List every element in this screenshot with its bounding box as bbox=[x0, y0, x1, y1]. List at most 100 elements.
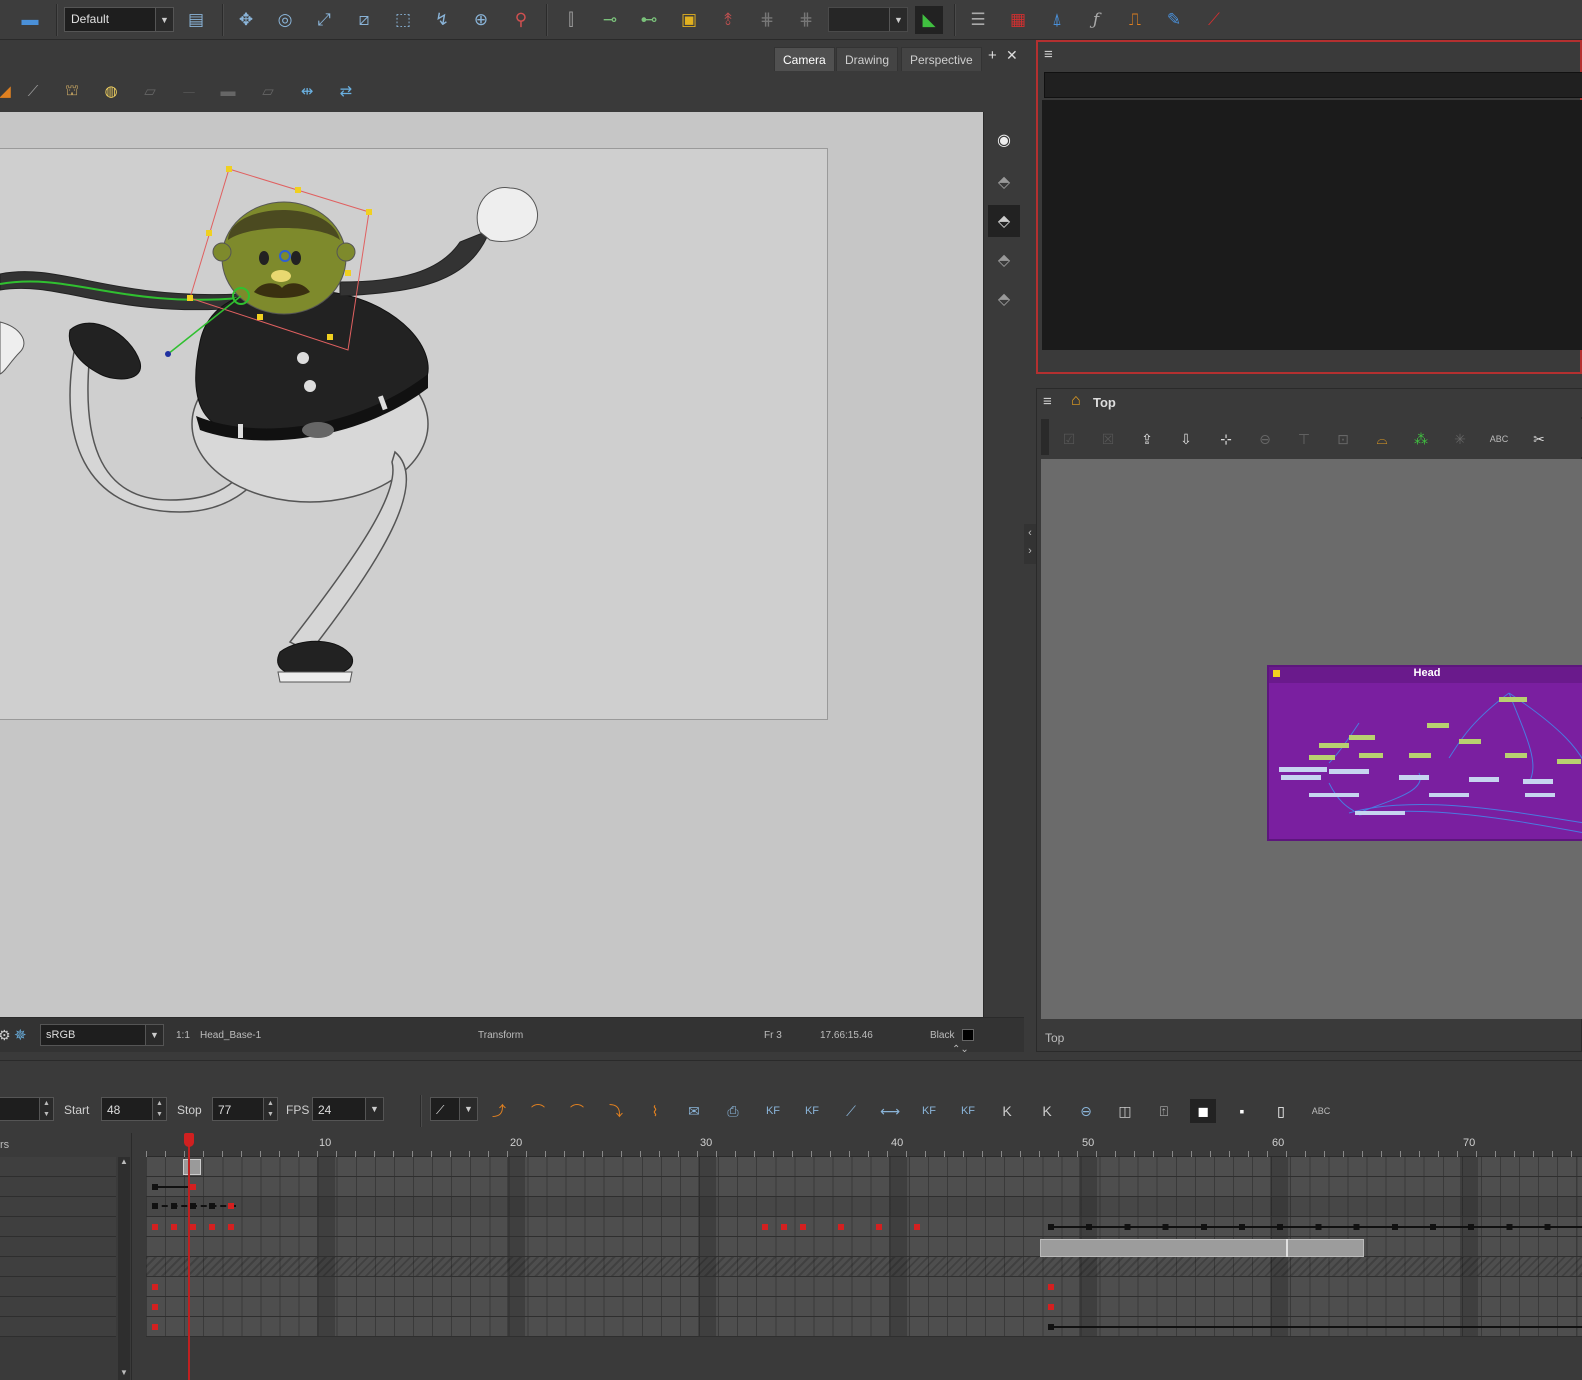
script-output-area[interactable] bbox=[1042, 100, 1582, 350]
previous-keyframe-icon[interactable]: KF bbox=[916, 1099, 942, 1123]
keyframe[interactable] bbox=[838, 1224, 844, 1230]
pencil-icon[interactable]: ✎ bbox=[1160, 6, 1188, 34]
flip-horizontal-icon[interactable]: ⇹ bbox=[294, 78, 320, 104]
keyframe[interactable] bbox=[171, 1203, 177, 1209]
stage-icon[interactable]: ▬ bbox=[16, 6, 44, 34]
unweld-icon[interactable]: ⋕ bbox=[792, 6, 820, 34]
layer-row[interactable] bbox=[0, 1297, 116, 1317]
node-graph-area[interactable]: Head bbox=[1041, 459, 1582, 1019]
upload-node-icon[interactable]: ⇪ bbox=[1135, 427, 1159, 451]
remove-keyframe-icon[interactable]: KF bbox=[799, 1099, 825, 1123]
stepper-icon[interactable]: ▲ ▼ bbox=[152, 1098, 166, 1120]
node-group-head[interactable]: Head bbox=[1267, 665, 1582, 841]
zoom-node-icon[interactable]: ⊖ bbox=[1253, 427, 1277, 451]
cut-icon[interactable]: ✂ bbox=[1527, 427, 1551, 451]
deformer-select[interactable]: ▼ bbox=[828, 7, 908, 32]
add-keyframe-icon[interactable]: KF bbox=[760, 1099, 786, 1123]
deformer-chain-icon[interactable]: ⥉ bbox=[714, 6, 742, 34]
layer-visibility-icon[interactable]: ⬘ bbox=[988, 166, 1020, 198]
ungroup-icon[interactable]: ⊡ bbox=[1331, 427, 1355, 451]
ease-multiple-icon[interactable]: ⤵ bbox=[603, 1099, 629, 1123]
add-tab-icon[interactable]: + bbox=[988, 47, 997, 64]
keyframe[interactable] bbox=[190, 1224, 196, 1230]
rename-icon[interactable]: ABC bbox=[1308, 1099, 1334, 1123]
stop-motion-keyframe-icon[interactable]: ⟷ bbox=[877, 1099, 903, 1123]
stepper-icon[interactable]: ▲ ▼ bbox=[263, 1098, 277, 1120]
ruler-icon[interactable]: ⟋ bbox=[1200, 6, 1228, 34]
keyframe[interactable] bbox=[152, 1324, 158, 1330]
keyframe[interactable] bbox=[762, 1224, 768, 1230]
keyframe[interactable] bbox=[228, 1203, 234, 1209]
gear-icon[interactable]: ⚙ bbox=[0, 1027, 11, 1044]
keyframe[interactable] bbox=[800, 1224, 806, 1230]
mail-icon[interactable]: ✉ bbox=[681, 1099, 707, 1123]
center-node-icon[interactable]: ⊹ bbox=[1214, 427, 1238, 451]
envelope-icon[interactable]: ▣ bbox=[675, 6, 703, 34]
tab-camera[interactable]: Camera bbox=[774, 47, 835, 71]
keyframe[interactable] bbox=[190, 1203, 196, 1209]
layer-color-art-icon[interactable]: ⬘ bbox=[988, 244, 1020, 276]
chevron-up-icon[interactable]: ▲ bbox=[118, 1157, 130, 1169]
layer-scrollbar[interactable]: ▲ ▼ bbox=[118, 1157, 130, 1380]
zoom-level[interactable]: 1:1 bbox=[176, 1030, 190, 1041]
keyframe[interactable] bbox=[209, 1224, 215, 1230]
script-input[interactable] bbox=[1044, 72, 1582, 98]
stepper-icon[interactable]: ▲ ▼ bbox=[39, 1098, 53, 1120]
group-icon[interactable]: ⊤ bbox=[1292, 427, 1316, 451]
selected-cell[interactable] bbox=[183, 1159, 201, 1175]
pin-icon[interactable]: ⍋ bbox=[1043, 6, 1071, 34]
next-keyframe-icon[interactable]: KF bbox=[955, 1099, 981, 1123]
scale-tool-icon[interactable]: ⤢ bbox=[310, 6, 338, 34]
workspace-select[interactable]: Default ▼ bbox=[64, 7, 174, 32]
layer-row[interactable] bbox=[0, 1197, 116, 1217]
chevron-down-icon[interactable]: ▼ bbox=[118, 1368, 130, 1380]
toolbar-grip[interactable] bbox=[1041, 419, 1049, 455]
split-icon[interactable]: ◫ bbox=[1112, 1099, 1138, 1123]
spline-offset-tool-icon[interactable]: ↯ bbox=[428, 6, 456, 34]
keyframe[interactable] bbox=[781, 1224, 787, 1230]
keyframe[interactable] bbox=[228, 1224, 234, 1230]
keyframe[interactable] bbox=[1048, 1304, 1054, 1310]
maintain-size-tool-icon[interactable]: ⊕ bbox=[467, 6, 495, 34]
rename-icon[interactable]: ABC bbox=[1487, 427, 1511, 451]
motion-keyframe-icon[interactable]: ⟋ bbox=[838, 1099, 864, 1123]
deformer-handle-point[interactable] bbox=[165, 351, 171, 357]
render-settings-icon[interactable]: ✵ bbox=[14, 1026, 27, 1044]
bone-icon[interactable]: ⊸ bbox=[596, 6, 624, 34]
color-art-icon[interactable]: ▬ bbox=[215, 78, 241, 104]
frame-ruler[interactable]: 10 20 30 40 50 60 70 bbox=[146, 1133, 1582, 1157]
curve-deformer-icon[interactable]: ⊷ bbox=[635, 6, 663, 34]
exposure-block[interactable] bbox=[1040, 1239, 1364, 1257]
layer-row[interactable] bbox=[0, 1277, 116, 1297]
line-tool-icon[interactable]: ⟋ bbox=[20, 78, 46, 104]
rotate-tool-icon[interactable]: ◎ bbox=[271, 6, 299, 34]
colorspace-select[interactable]: sRGB ▼ bbox=[40, 1024, 164, 1046]
layer-line-art-icon[interactable]: ⬘ bbox=[988, 205, 1020, 237]
print-icon[interactable]: ⎙ bbox=[720, 1099, 746, 1123]
insert-keyframe-icon[interactable]: K bbox=[994, 1099, 1020, 1123]
underlay-icon[interactable]: ⏤ bbox=[176, 78, 202, 104]
home-icon[interactable]: ⌂ bbox=[1071, 392, 1081, 410]
panel-menu-icon[interactable]: ≡ bbox=[1043, 393, 1052, 410]
layer-row[interactable] bbox=[0, 1157, 116, 1177]
translate-tool-icon[interactable]: ✥ bbox=[232, 6, 260, 34]
panel-collapse-handle[interactable]: ‹ › bbox=[1024, 524, 1036, 564]
function-icon[interactable]: ƒ bbox=[1082, 6, 1110, 34]
skew-tool-icon[interactable]: ⧄ bbox=[350, 6, 378, 34]
tab-drawing[interactable]: Drawing bbox=[836, 47, 899, 71]
onion-skin-icon[interactable]: ◍ bbox=[98, 78, 124, 104]
keyframe[interactable] bbox=[209, 1203, 215, 1209]
peg-icon[interactable]: ⁂ bbox=[1409, 427, 1433, 451]
reset-view-icon[interactable]: ⇄ bbox=[333, 78, 359, 104]
drawing-tool-icon[interactable]: ⎍ bbox=[1121, 6, 1149, 34]
keyframe[interactable] bbox=[914, 1224, 920, 1230]
layer-row[interactable] bbox=[0, 1177, 116, 1197]
keyframe-series[interactable] bbox=[1048, 1224, 1582, 1230]
layer-row[interactable] bbox=[0, 1317, 116, 1337]
white-rect-icon[interactable]: ▯ bbox=[1268, 1099, 1294, 1123]
node-port[interactable] bbox=[1273, 670, 1280, 677]
layer-overlay-icon[interactable]: ⬘ bbox=[988, 283, 1020, 315]
ease-in-icon[interactable]: ⤴ bbox=[486, 1099, 512, 1123]
layer-row[interactable] bbox=[0, 1257, 116, 1277]
keyframe[interactable] bbox=[876, 1224, 882, 1230]
